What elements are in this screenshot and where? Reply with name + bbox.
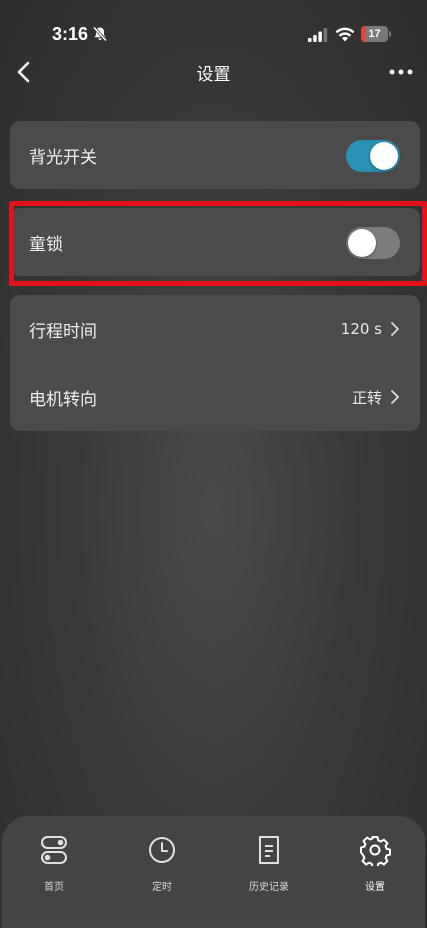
battery-level: 17	[368, 28, 381, 40]
clock-icon	[149, 837, 175, 863]
child-lock-card: 童锁	[10, 208, 420, 276]
travel-time-value: 120 s	[340, 320, 382, 338]
nav-bar: 设置	[0, 52, 427, 92]
backlight-toggle[interactable]	[346, 140, 400, 172]
tab-home-label: 首页	[44, 882, 64, 893]
battery-indicator: 17	[361, 26, 391, 42]
battery-icon: 17	[361, 26, 388, 42]
motor-direction-row[interactable]: 电机转向 正转	[10, 363, 420, 431]
toggles-icon	[41, 836, 67, 864]
status-time: 3:16	[52, 24, 89, 44]
motor-direction-right: 正转	[352, 363, 400, 431]
wifi-icon	[335, 27, 355, 42]
backlight-row: 背光开关	[10, 121, 420, 189]
chevron-right-icon	[391, 322, 399, 336]
toggle-knob	[370, 142, 398, 170]
travel-time-row[interactable]: 行程时间 120 s	[10, 295, 420, 363]
tab-timer-label: 定时	[152, 882, 172, 893]
tab-settings[interactable]: 设置	[335, 834, 415, 904]
cellular-signal-icon	[308, 28, 328, 42]
child-lock-row: 童锁	[10, 208, 420, 276]
status-bar: 3:16 17	[0, 0, 427, 58]
tab-timer[interactable]: 定时	[122, 834, 202, 904]
gear-icon	[360, 836, 391, 866]
bell-off-icon	[92, 26, 108, 42]
motor-settings-card: 行程时间 120 s 电机转向 正转	[10, 295, 420, 431]
motor-direction-value: 正转	[351, 388, 382, 407]
backlight-card: 背光开关	[10, 121, 420, 189]
travel-time-label: 行程时间	[29, 321, 97, 342]
tab-history[interactable]: 历史记录	[229, 834, 309, 904]
tab-settings-label: 设置	[365, 882, 385, 893]
toggle-knob	[348, 229, 376, 257]
tab-history-label: 历史记录	[249, 882, 289, 893]
child-lock-toggle[interactable]	[346, 227, 400, 259]
more-options-button[interactable]	[388, 64, 414, 80]
motor-direction-label: 电机转向	[29, 389, 97, 410]
document-icon	[259, 836, 279, 864]
child-lock-label: 童锁	[29, 234, 63, 255]
chevron-right-icon	[391, 390, 399, 404]
page-title: 设置	[196, 65, 231, 85]
travel-time-right: 120 s	[341, 295, 400, 363]
tab-bar: 首页 定时 历史记录 设置	[2, 816, 425, 928]
battery-tip	[389, 31, 391, 37]
backlight-label: 背光开关	[29, 147, 97, 168]
tab-home[interactable]: 首页	[14, 834, 94, 904]
